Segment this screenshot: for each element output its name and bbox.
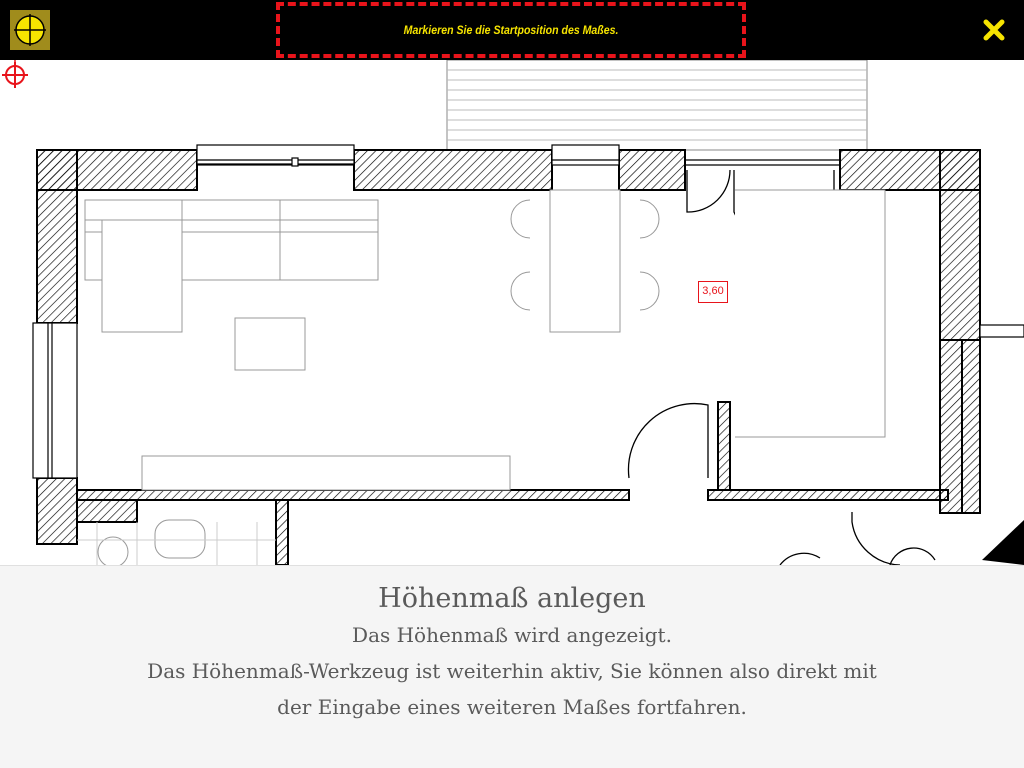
balcony-terrace bbox=[446, 60, 868, 151]
pointer-wedge bbox=[982, 520, 1024, 565]
crosshair-circle-icon bbox=[14, 14, 46, 46]
help-line: Das Höhenmaß wird angezeigt. bbox=[352, 623, 672, 647]
close-button[interactable] bbox=[974, 10, 1014, 50]
top-toolbar: Markieren Sie die Startposition des Maße… bbox=[0, 0, 1024, 60]
close-x-icon bbox=[983, 19, 1005, 41]
measure-tool-button[interactable] bbox=[10, 10, 50, 50]
instruction-text: Markieren Sie die Startposition des Maße… bbox=[403, 23, 619, 37]
instruction-banner: Markieren Sie die Startposition des Maße… bbox=[276, 2, 746, 58]
height-dimension-label[interactable]: 3,60 bbox=[698, 281, 728, 303]
help-line: der Eingabe eines weiteren Maßes fortfah… bbox=[277, 695, 747, 719]
floor-plan-canvas[interactable]: 3,60 bbox=[0, 60, 1024, 565]
help-title: Höhenmaß anlegen bbox=[378, 583, 646, 614]
furniture bbox=[84, 189, 886, 565]
floor-plan-drawing bbox=[32, 60, 1024, 565]
help-panel: Höhenmaß anlegen Das Höhenmaß wird angez… bbox=[0, 565, 1024, 768]
crosshair-target-icon[interactable] bbox=[0, 60, 30, 90]
help-line: Das Höhenmaß-Werkzeug ist weiterhin akti… bbox=[147, 659, 877, 683]
